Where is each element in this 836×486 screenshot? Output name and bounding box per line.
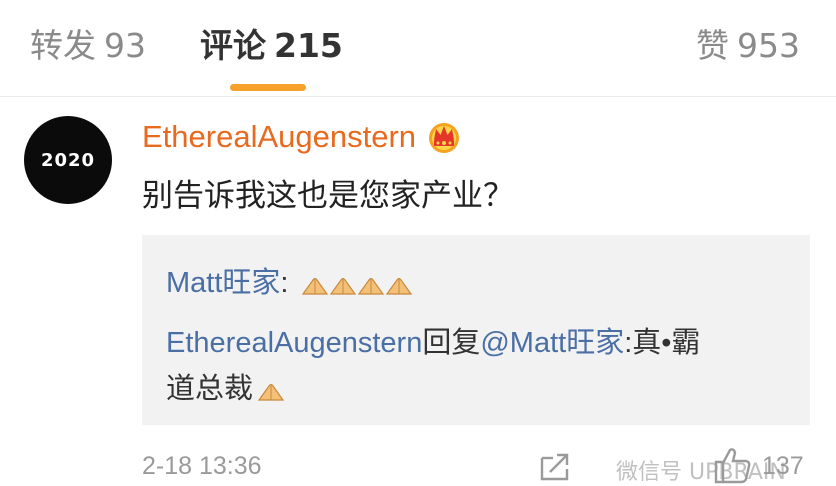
share-icon[interactable] (538, 452, 572, 482)
reply-action: 回复 (422, 327, 481, 359)
tab-likes-count: 953 (737, 26, 800, 65)
tab-comments-count: 215 (274, 26, 343, 65)
tab-reposts-count: 93 (104, 26, 146, 65)
reply-item: Matt旺家: (166, 259, 413, 301)
folded-hands-icon (301, 268, 413, 301)
comment-text: 别告诉我这也是您家产业？ (142, 178, 514, 214)
reply-item: EtherealAugenstern回复@Matt旺家:真•霸 (166, 319, 700, 361)
vip-crown-icon (429, 123, 460, 153)
tab-likes[interactable]: 赞 953 (696, 26, 800, 66)
replies-box[interactable]: Matt旺家: EtherealAugenstern回复@Matt旺家:真•霸 … (142, 235, 810, 425)
avatar[interactable]: 2020 (24, 116, 112, 204)
tab-likes-label: 赞 (696, 26, 729, 65)
reply-text: 真•霸 (632, 327, 701, 359)
comment-tabs: 转发 93 评论 215 赞 953 (0, 0, 836, 96)
reply-separator: : (280, 267, 289, 299)
reply-author[interactable]: Matt旺家 (166, 267, 280, 299)
comment-header: EtherealAugenstern (142, 117, 462, 157)
reply-author[interactable]: EtherealAugenstern (166, 327, 422, 359)
tabs-divider (0, 96, 836, 97)
watermark: 微信号 UPBRAIN (616, 460, 786, 485)
thumbs-up-icon[interactable] (712, 446, 752, 484)
active-tab-indicator (230, 84, 306, 91)
reply-text: 道总裁 (166, 373, 254, 405)
tab-reposts-label: 转发 (30, 26, 96, 65)
tab-reposts[interactable]: 转发 93 (30, 26, 146, 66)
folded-hands-icon (257, 374, 285, 407)
tab-comments[interactable]: 评论 215 (200, 26, 343, 66)
tab-comments-label: 评论 (200, 26, 266, 65)
reply-item-continuation: 道总裁 (166, 365, 285, 407)
username[interactable]: EtherealAugenstern (142, 119, 416, 155)
reply-mention[interactable]: @Matt旺家 (480, 327, 624, 359)
avatar-text: 2020 (40, 149, 96, 171)
